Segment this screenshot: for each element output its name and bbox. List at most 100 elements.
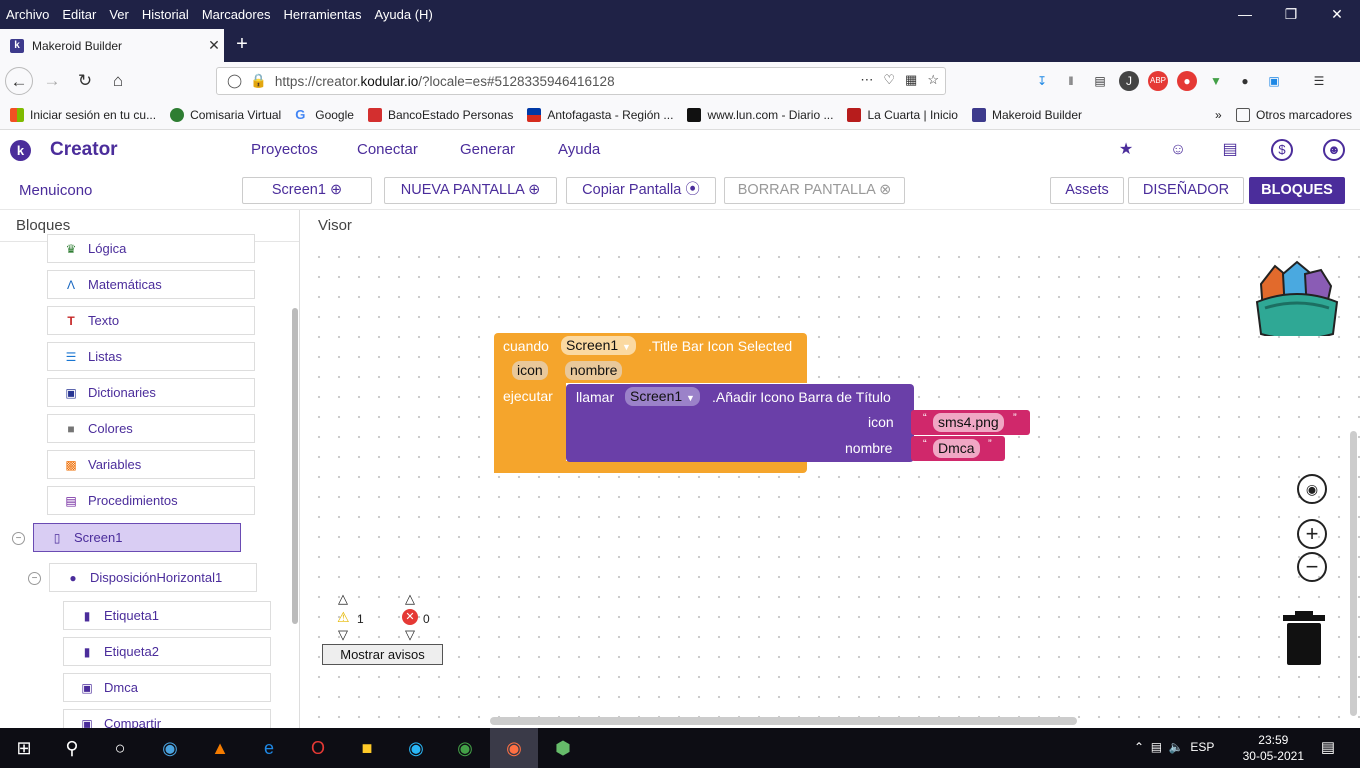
lock-icon[interactable]: 🔒 <box>250 73 267 89</box>
more-actions-icon[interactable]: ⋯ <box>860 72 873 88</box>
back-icon[interactable]: ← <box>5 67 33 95</box>
assets-button[interactable]: Assets <box>1050 177 1124 204</box>
menu-marcadores[interactable]: Marcadores <box>202 7 271 22</box>
collapse-disposicion-icon[interactable]: − <box>28 572 41 585</box>
library-icon[interactable]: ‖ <box>1061 71 1081 91</box>
backpack-icon[interactable] <box>1253 256 1341 340</box>
opera-icon[interactable]: O <box>294 728 342 768</box>
vertical-scrollbar[interactable] <box>1350 431 1357 716</box>
cortana-icon[interactable]: ○ <box>96 728 144 768</box>
menu-ver[interactable]: Ver <box>109 7 129 22</box>
errors-up-icon[interactable]: △ <box>405 591 415 607</box>
errors-down-icon[interactable]: ▽ <box>405 627 415 643</box>
tree-screen1[interactable]: ▯ Screen1 <box>33 523 241 552</box>
builtin-texto[interactable]: T Texto <box>47 306 255 335</box>
disenador-button[interactable]: DISEÑADOR <box>1128 177 1244 204</box>
restore-icon[interactable]: ❐ <box>1268 0 1314 29</box>
tree-etiqueta1[interactable]: ▮ Etiqueta1 <box>63 601 271 630</box>
shield-icon[interactable]: ◯ <box>227 73 242 89</box>
internet-explorer-icon[interactable]: e <box>245 728 293 768</box>
user-account-icon[interactable]: ☻ <box>1323 139 1345 161</box>
call-component-dropdown[interactable]: Screen1 ▼ <box>625 387 700 406</box>
windows-start-icon[interactable]: ⊞ <box>0 728 48 768</box>
file-explorer-icon[interactable]: ■ <box>343 728 391 768</box>
builtin-logica[interactable]: ♛ Lógica <box>47 234 255 263</box>
extension-green-icon[interactable]: ▼ <box>1206 71 1226 91</box>
account-icon[interactable]: J <box>1119 71 1139 91</box>
bookmarks-overflow-icon[interactable]: » <box>1215 108 1222 122</box>
left-scrollbar[interactable] <box>292 308 298 624</box>
clock[interactable]: 23:59 30-05-2021 <box>1243 732 1304 764</box>
builtin-variables[interactable]: ▩ Variables <box>47 450 255 479</box>
nueva-pantalla-button[interactable]: NUEVA PANTALLA ⊕ <box>384 177 557 204</box>
close-tab-icon[interactable]: ✕ <box>204 37 224 54</box>
builtin-listas[interactable]: ☰ Listas <box>47 342 255 371</box>
dollar-icon[interactable]: $ <box>1271 139 1293 161</box>
bookmark-item[interactable]: Makeroid Builder <box>971 107 1082 122</box>
pocket-icon[interactable]: ♡ <box>883 72 895 88</box>
warnings-down-icon[interactable]: ▽ <box>338 627 348 643</box>
brand-title[interactable]: Creator <box>50 139 118 161</box>
reload-icon[interactable]: ↻ <box>71 67 99 95</box>
bookmark-star-icon[interactable]: ☆ <box>927 72 939 88</box>
bookmark-item[interactable]: G Google <box>295 107 354 122</box>
chevron-up-icon[interactable]: ⌃ <box>1134 740 1144 754</box>
notifications-icon[interactable]: ▤ <box>1306 728 1350 768</box>
menu-archivo[interactable]: Archivo <box>6 7 49 22</box>
bookmark-item[interactable]: BancoEstado Personas <box>367 107 513 122</box>
nav-proyectos[interactable]: Proyectos <box>251 141 318 158</box>
bookmark-item[interactable]: Iniciar sesión en tu cu... <box>10 107 156 122</box>
chrome-icon[interactable]: ◉ <box>441 728 489 768</box>
close-window-icon[interactable]: ✕ <box>1314 0 1360 29</box>
collapse-screen-icon[interactable]: − <box>12 532 25 545</box>
bloques-button[interactable]: BLOQUES <box>1249 177 1345 204</box>
url-bar[interactable]: ◯ 🔒 https://creator.kodular.io/?locale=e… <box>216 67 946 95</box>
menu-herramientas[interactable]: Herramientas <box>283 7 361 22</box>
text-value-dmca[interactable]: Dmca <box>933 439 980 458</box>
zoom-in-icon[interactable]: + <box>1297 519 1327 549</box>
blocks-workspace[interactable]: cuando Screen1 ▼ .Title Bar Icon Selecte… <box>301 241 1360 728</box>
minimize-icon[interactable]: — <box>1222 0 1268 29</box>
tree-disposicion[interactable]: ● DisposiciónHorizontal1 <box>49 563 257 592</box>
warnings-up-icon[interactable]: △ <box>338 591 348 607</box>
nav-ayuda[interactable]: Ayuda <box>558 141 600 158</box>
extension-red-icon[interactable]: ● <box>1177 71 1197 91</box>
forward-icon[interactable]: → <box>38 67 66 95</box>
download-icon[interactable]: ↧ <box>1032 71 1052 91</box>
new-tab-icon[interactable]: + <box>230 29 254 62</box>
adblock-icon[interactable]: ABP <box>1148 71 1168 91</box>
home-icon[interactable]: ⌂ <box>104 67 132 95</box>
sidebar-icon[interactable]: ▤ <box>1090 71 1110 91</box>
builtin-matematicas[interactable]: Λ Matemáticas <box>47 270 255 299</box>
screen-selector[interactable]: Screen1 ⊕ <box>242 177 372 204</box>
event-component-dropdown[interactable]: Screen1 ▼ <box>561 336 636 355</box>
builtin-procedimientos[interactable]: ▤ Procedimientos <box>47 486 255 515</box>
tree-compartir[interactable]: ▣ Compartir <box>63 709 271 728</box>
docs-icon[interactable]: ▤ <box>1219 139 1241 161</box>
nav-conectar[interactable]: Conectar <box>357 141 418 158</box>
menu-editar[interactable]: Editar <box>62 7 96 22</box>
firefox-icon[interactable]: ◉ <box>490 728 538 768</box>
extension-translate-icon[interactable]: ▣ <box>1264 71 1284 91</box>
app-icon[interactable]: ◉ <box>146 728 194 768</box>
horizontal-scrollbar[interactable] <box>490 717 1077 725</box>
nox-icon[interactable]: ⬢ <box>539 728 587 768</box>
volume-icon[interactable]: 🔈 <box>1169 740 1184 754</box>
mostrar-avisos-button[interactable]: Mostrar avisos <box>322 644 443 665</box>
tree-etiqueta2[interactable]: ▮ Etiqueta2 <box>63 637 271 666</box>
builtin-dictionaries[interactable]: ▣ Dictionaries <box>47 378 255 407</box>
trash-icon[interactable] <box>1283 611 1325 667</box>
language-indicator[interactable]: ESP <box>1190 740 1214 754</box>
bookmark-item[interactable]: Antofagasta - Región ... <box>527 107 673 122</box>
zoom-out-icon[interactable]: − <box>1297 552 1327 582</box>
network-icon[interactable]: ▤ <box>1151 740 1162 754</box>
borrar-pantalla-button[interactable]: BORRAR PANTALLA ⊗ <box>724 177 905 204</box>
vlc-icon[interactable]: ▲ <box>196 728 244 768</box>
param-nombre[interactable]: nombre <box>565 361 623 380</box>
builtin-colores[interactable]: ■ Colores <box>47 414 255 443</box>
folder-star-icon[interactable]: ★ <box>1115 139 1137 161</box>
browser-tab[interactable]: k Makeroid Builder ✕ <box>0 29 224 62</box>
param-icon[interactable]: icon <box>512 361 548 380</box>
extension-dots-icon[interactable]: ● <box>1235 71 1255 91</box>
kodular-logo-icon[interactable]: k <box>10 140 31 161</box>
